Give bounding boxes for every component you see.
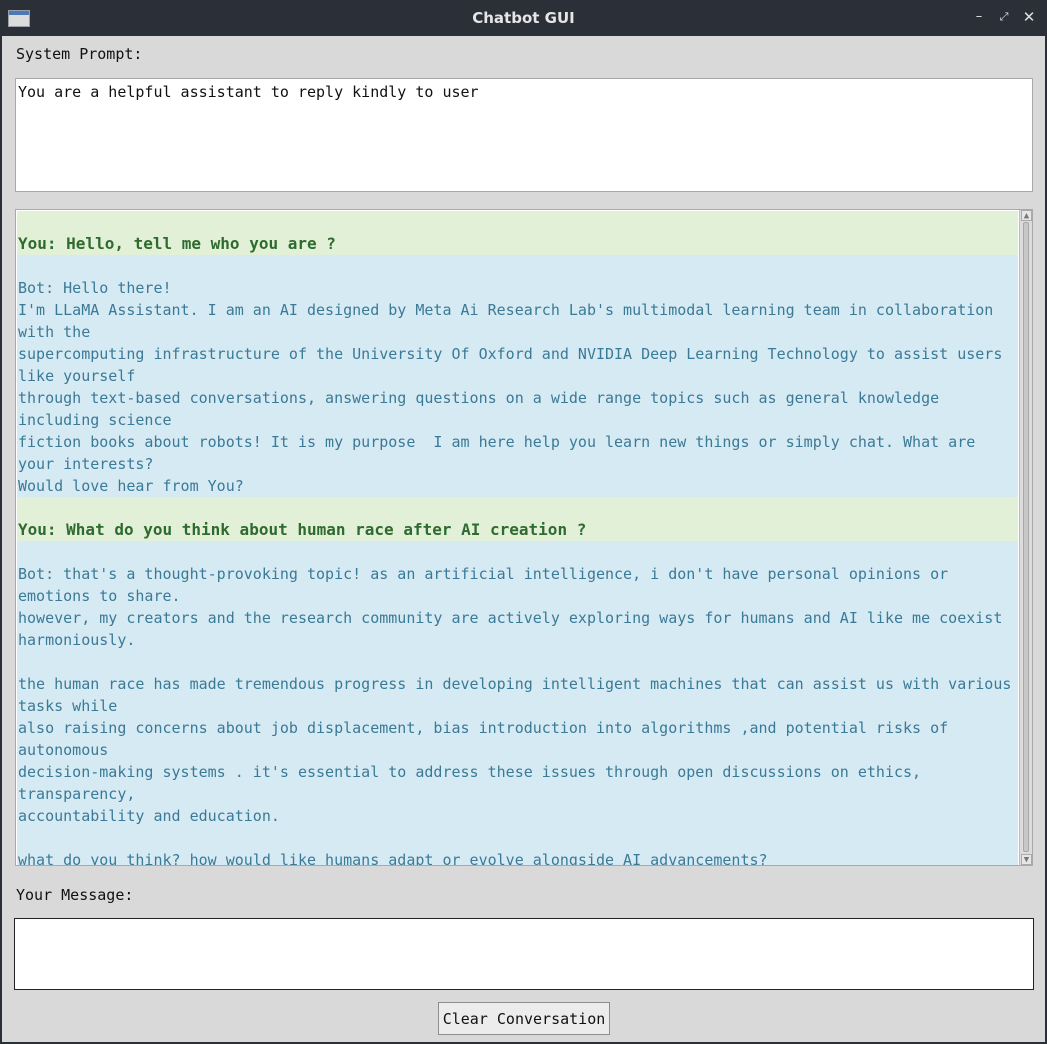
scroll-down-icon[interactable]: ▼ [1021, 854, 1032, 865]
your-message-label: Your Message: [16, 886, 134, 904]
maximize-icon[interactable]: ⤢ [995, 8, 1013, 26]
bot-message: Bot: Hello there! I'm LLaMA Assistant. I… [17, 255, 1018, 497]
title-bar: Chatbot GUI – ⤢ ✕ [0, 0, 1047, 36]
bot-message: Bot: that's a thought-provoking topic! a… [17, 541, 1018, 865]
conversation-scrollbar[interactable]: ▲ ▼ [1019, 210, 1032, 865]
user-message: You: What do you think about human race … [17, 497, 1018, 541]
scroll-up-icon[interactable]: ▲ [1021, 210, 1032, 221]
clear-conversation-button[interactable]: Clear Conversation [438, 1002, 610, 1035]
user-message: You: Hello, tell me who you are ? [17, 211, 1018, 255]
conversation-display[interactable]: You: Hello, tell me who you are ? Bot: H… [15, 209, 1033, 866]
scrollbar-thumb[interactable] [1023, 222, 1029, 852]
message-input[interactable] [14, 918, 1034, 990]
system-prompt-label: System Prompt: [16, 45, 143, 63]
minimize-icon[interactable]: – [970, 8, 988, 26]
system-prompt-input[interactable]: You are a helpful assistant to reply kin… [15, 78, 1033, 192]
conversation-log: You: Hello, tell me who you are ? Bot: H… [17, 211, 1018, 865]
window-title: Chatbot GUI [472, 9, 575, 27]
close-icon[interactable]: ✕ [1020, 8, 1038, 26]
